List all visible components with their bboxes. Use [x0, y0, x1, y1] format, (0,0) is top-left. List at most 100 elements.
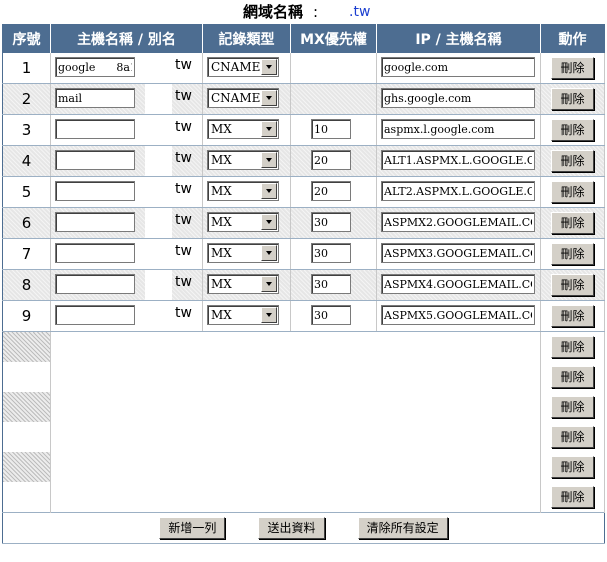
submit-button[interactable]: 送出資料 — [258, 517, 325, 539]
delete-button[interactable]: 刪除 — [551, 57, 594, 79]
delete-button[interactable]: 刪除 — [551, 305, 594, 327]
dns-records-table: 序號 主機名稱 / 別名 記錄類型 MX優先權 IP / 主機名稱 動作 1 t… — [2, 24, 605, 544]
target-input[interactable] — [381, 57, 535, 77]
delete-button[interactable]: 刪除 — [551, 150, 594, 172]
host-input[interactable] — [55, 150, 135, 170]
mx-priority-input[interactable] — [311, 119, 351, 139]
table-row: 5 tw MX 刪除 — [2, 176, 605, 208]
type-cell: MX — [202, 300, 291, 332]
record-type-select[interactable]: CNAME — [207, 57, 279, 77]
record-type-select[interactable]: CNAME — [207, 88, 279, 108]
add-row-button[interactable]: 新增一列 — [159, 517, 226, 539]
record-type-select[interactable]: MX — [207, 181, 279, 201]
host-cell: tw — [50, 53, 203, 84]
mx-cell — [290, 83, 377, 115]
record-type-select[interactable]: MX — [207, 150, 279, 170]
record-type-select[interactable]: MX — [207, 212, 279, 232]
target-input[interactable] — [381, 88, 535, 108]
host-input[interactable] — [55, 243, 135, 263]
action-cell: 刪除 — [540, 176, 605, 208]
chevron-down-icon[interactable] — [261, 307, 277, 323]
domain-colon: : — [313, 3, 319, 21]
mx-priority-input[interactable] — [311, 243, 351, 263]
chevron-down-icon[interactable] — [261, 276, 277, 292]
mx-priority-input[interactable] — [311, 212, 351, 232]
host-input[interactable] — [55, 305, 135, 325]
chevron-down-icon[interactable] — [261, 152, 277, 168]
record-type-value: CNAME — [211, 60, 261, 74]
delete-button[interactable]: 刪除 — [551, 274, 594, 296]
empty-row-blank — [50, 362, 541, 392]
delete-button[interactable]: 刪除 — [551, 426, 594, 448]
chevron-down-icon[interactable] — [261, 245, 277, 261]
record-type-select[interactable]: MX — [207, 274, 279, 294]
target-input[interactable] — [381, 181, 535, 201]
target-input[interactable] — [381, 150, 535, 170]
mx-cell — [290, 238, 377, 270]
action-cell: 刪除 — [540, 207, 605, 239]
mx-cell — [290, 53, 377, 84]
empty-row: 刪除 — [2, 362, 605, 392]
host-input[interactable] — [55, 119, 135, 139]
target-input[interactable] — [381, 243, 535, 263]
record-type-value: MX — [211, 122, 232, 136]
host-cell: tw — [50, 207, 203, 239]
host-input[interactable] — [55, 57, 135, 77]
action-cell: 刪除 — [540, 269, 605, 301]
delete-button[interactable]: 刪除 — [551, 396, 594, 418]
mx-priority-input[interactable] — [311, 181, 351, 201]
host-mask — [145, 208, 172, 238]
record-type-value: MX — [211, 153, 232, 167]
delete-button[interactable]: 刪除 — [551, 181, 594, 203]
mx-priority-input[interactable] — [311, 150, 351, 170]
host-input[interactable] — [55, 274, 135, 294]
chevron-down-icon[interactable] — [261, 183, 277, 199]
tld-suffix: tw — [175, 88, 192, 104]
row-seq: 5 — [2, 176, 51, 208]
record-type-value: MX — [211, 246, 232, 260]
mx-priority-input[interactable] — [311, 305, 351, 325]
delete-button[interactable]: 刪除 — [551, 119, 594, 141]
delete-button[interactable]: 刪除 — [551, 366, 594, 388]
target-input[interactable] — [381, 274, 535, 294]
mx-cell — [290, 300, 377, 332]
delete-button[interactable]: 刪除 — [551, 212, 594, 234]
host-input[interactable] — [55, 212, 135, 232]
target-input[interactable] — [381, 119, 535, 139]
chevron-down-icon[interactable] — [261, 59, 277, 75]
record-type-select[interactable]: MX — [207, 119, 279, 139]
row-seq: 6 — [2, 207, 51, 239]
target-input[interactable] — [381, 305, 535, 325]
clear-all-button[interactable]: 清除所有設定 — [357, 517, 448, 539]
host-mask — [145, 53, 172, 83]
chevron-down-icon[interactable] — [261, 214, 277, 230]
delete-button[interactable]: 刪除 — [551, 486, 594, 508]
table-row: 2 tw CNAME 刪除 — [2, 83, 605, 115]
delete-button[interactable]: 刪除 — [551, 243, 594, 265]
record-type-select[interactable]: MX — [207, 305, 279, 325]
action-cell: 刪除 — [540, 145, 605, 177]
host-mask — [145, 270, 172, 300]
chevron-down-icon[interactable] — [261, 121, 277, 137]
header-action: 動作 — [540, 24, 605, 53]
host-mask — [145, 84, 172, 114]
header-seq: 序號 — [2, 24, 51, 53]
delete-button[interactable]: 刪除 — [551, 88, 594, 110]
target-input[interactable] — [381, 212, 535, 232]
row-seq: 2 — [2, 83, 51, 115]
empty-row-blank — [50, 331, 541, 362]
action-cell: 刪除 — [540, 452, 605, 482]
target-cell — [376, 176, 541, 208]
domain-line: 網域名稱 : .tw — [0, 0, 607, 24]
host-input[interactable] — [55, 181, 135, 201]
delete-button[interactable]: 刪除 — [551, 336, 594, 358]
delete-button[interactable]: 刪除 — [551, 456, 594, 478]
mx-priority-input[interactable] — [311, 274, 351, 294]
table-row: 6 tw MX 刪除 — [2, 207, 605, 239]
host-mask — [145, 239, 172, 269]
record-type-select[interactable]: MX — [207, 243, 279, 263]
table-header-row: 序號 主機名稱 / 別名 記錄類型 MX優先權 IP / 主機名稱 動作 — [2, 24, 605, 53]
row-seq: 3 — [2, 114, 51, 146]
host-input[interactable] — [55, 88, 135, 108]
chevron-down-icon[interactable] — [261, 90, 277, 106]
